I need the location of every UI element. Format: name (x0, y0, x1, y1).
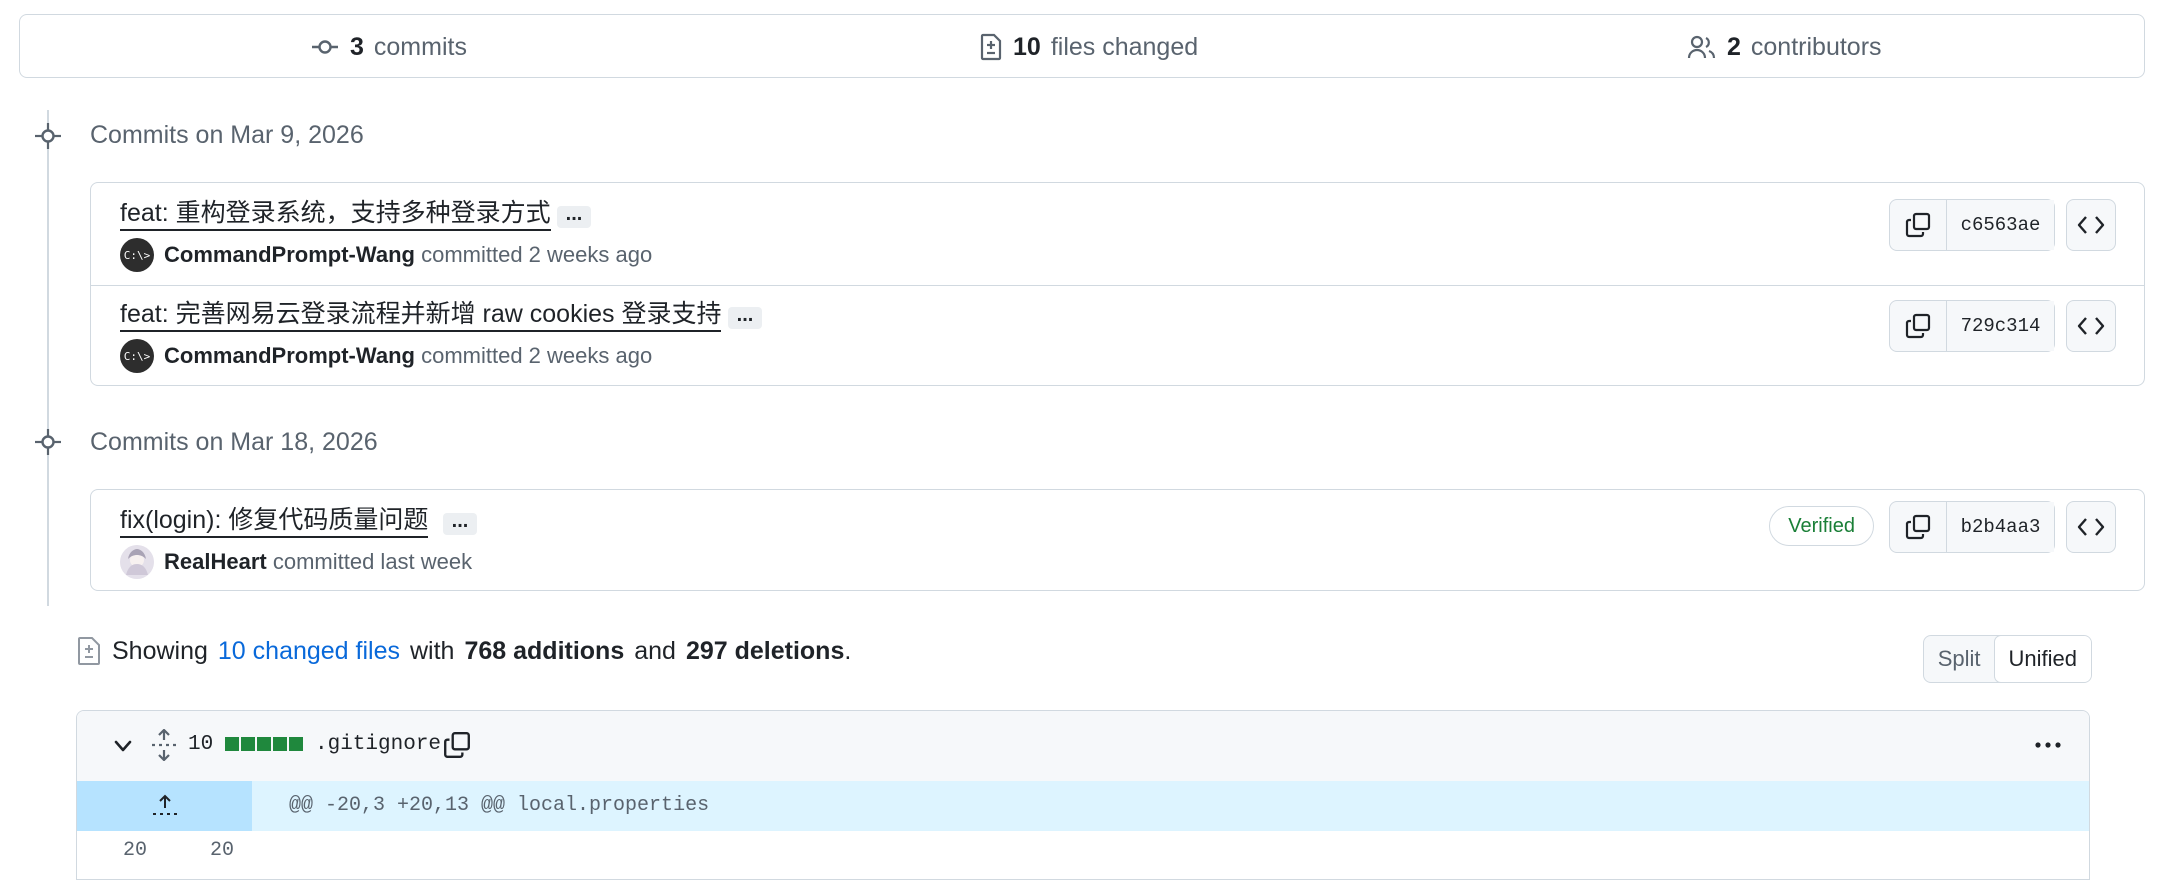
contributors-label: contributors (1750, 32, 1882, 61)
sha-button-group: c6563ae (1889, 199, 2055, 251)
commit-message-link[interactable]: feat: 完善网易云登录流程并新增 raw cookies 登录支持 (120, 299, 722, 332)
split-view-button[interactable]: Split (1924, 636, 1995, 682)
sha-button-group: 729c314 (1889, 300, 2055, 352)
file-diff-icon (979, 33, 1003, 61)
git-commit-icon (35, 429, 61, 455)
file-diff-icon (76, 636, 102, 666)
commits-label: commits (373, 32, 467, 61)
copy-icon (1904, 513, 1932, 541)
contributors-summary[interactable]: 2 contributors (1687, 15, 1882, 79)
expand-message-button[interactable]: ... (557, 204, 591, 228)
showing-suffix: . (844, 636, 852, 665)
changed-files-link[interactable]: 10 changed files (218, 637, 400, 666)
code-icon (2077, 214, 2105, 236)
expand-all-icon[interactable] (149, 729, 179, 761)
avatar-text: C:\> (123, 349, 151, 363)
diffstat-block (289, 737, 303, 751)
author-link[interactable]: RealHeart (164, 549, 267, 574)
git-commit-icon (35, 123, 61, 149)
code-icon (2077, 516, 2105, 538)
commit-row: fix(login): 修复代码质量问题 ... RealHeart commi… (91, 490, 2144, 590)
showing-prefix: Showing (112, 636, 208, 665)
commit-group-list: feat: 重构登录系统，支持多种登录方式 ... C:\> CommandPr… (90, 182, 2145, 386)
expand-message-button[interactable]: ... (728, 305, 762, 329)
commits-summary[interactable]: 3 commits (310, 15, 467, 79)
diff-summary: Showing 10 changed files with 768 additi… (76, 636, 851, 666)
commit-sha-link[interactable]: c6563ae (1947, 200, 2054, 250)
files-label: files changed (1050, 32, 1199, 61)
commit-time: committed 2 weeks ago (421, 343, 653, 368)
chevron-down-icon[interactable] (111, 734, 135, 758)
copy-sha-button[interactable] (1890, 301, 1947, 351)
file-change-count: 10 (188, 733, 214, 756)
copy-sha-button[interactable] (1890, 200, 1947, 250)
commit-row: feat: 重构登录系统，支持多种登录方式 ... C:\> CommandPr… (91, 183, 2144, 283)
avatar[interactable] (120, 545, 154, 579)
commit-group-date: Commits on Mar 18, 2026 (90, 428, 378, 456)
copy-sha-button[interactable] (1890, 502, 1947, 552)
showing-with: with (410, 636, 455, 665)
diffstat-block (257, 737, 271, 751)
deletions-count: 297 deletions (685, 636, 845, 665)
expand-up-icon (151, 794, 179, 818)
avatar-text: C:\> (123, 248, 151, 262)
verified-badge[interactable]: Verified (1769, 506, 1874, 546)
git-commit-icon (310, 38, 340, 56)
additions-count: 768 additions (464, 636, 625, 665)
diffstat-block (273, 737, 287, 751)
avatar[interactable]: C:\> (120, 238, 154, 272)
contributors-count: 2 (1727, 32, 1741, 61)
copy-icon (1904, 312, 1932, 340)
timeline-line (47, 110, 49, 606)
pr-summary-bar: 3 commits 10 files changed 2 contributor… (19, 14, 2145, 78)
diffstat-bar (225, 737, 303, 751)
commit-time: committed last week (272, 549, 473, 574)
new-line-number[interactable]: 20 (210, 839, 234, 862)
avatar[interactable]: C:\> (120, 339, 154, 373)
commit-time: committed 2 weeks ago (421, 242, 653, 267)
copy-icon (1904, 211, 1932, 239)
people-icon (1687, 34, 1717, 60)
diff-view-toggle: Split Unified (1922, 635, 2092, 683)
expand-message-button[interactable]: ... (443, 511, 477, 535)
sha-button-group: b2b4aa3 (1889, 501, 2055, 553)
hunk-header-text: @@ -20,3 +20,13 @@ local.properties (289, 794, 710, 817)
hunk-header-row: @@ -20,3 +20,13 @@ local.properties (77, 781, 2089, 831)
commit-author-line: CommandPrompt-Wang committed 2 weeks ago (164, 242, 652, 268)
commit-group-date: Commits on Mar 9, 2026 (90, 121, 364, 149)
diffstat-block (241, 737, 255, 751)
commit-sha-link[interactable]: b2b4aa3 (1947, 502, 2054, 552)
file-diff: 10 .gitignore @@ -20,3 +20,13 @@ local.p… (76, 710, 2090, 880)
commit-sha-link[interactable]: 729c314 (1947, 301, 2054, 351)
author-link[interactable]: CommandPrompt-Wang (164, 242, 415, 267)
code-icon (2077, 315, 2105, 337)
file-header: 10 .gitignore (77, 711, 2089, 782)
kebab-menu-icon[interactable] (2033, 735, 2063, 755)
old-line-number[interactable]: 20 (123, 839, 147, 862)
commit-author-line: RealHeart committed last week (164, 549, 472, 575)
copy-icon[interactable] (442, 730, 472, 760)
commit-group-list: fix(login): 修复代码质量问题 ... RealHeart commi… (90, 489, 2145, 591)
commit-author-line: CommandPrompt-Wang committed 2 weeks ago (164, 343, 652, 369)
files-count: 10 (1013, 32, 1041, 61)
commit-message-link[interactable]: fix(login): 修复代码质量问题 (120, 505, 429, 538)
browse-code-button[interactable] (2066, 300, 2116, 352)
browse-code-button[interactable] (2066, 199, 2116, 251)
diffstat-block (225, 737, 239, 751)
files-changed-summary[interactable]: 10 files changed (979, 15, 1198, 79)
browse-code-button[interactable] (2066, 501, 2116, 553)
commit-row: feat: 完善网易云登录流程并新增 raw cookies 登录支持 ... … (91, 285, 2144, 385)
file-name-link[interactable]: .gitignore (315, 733, 441, 756)
author-link[interactable]: CommandPrompt-Wang (164, 343, 415, 368)
commits-count: 3 (350, 32, 364, 61)
showing-and: and (634, 636, 676, 665)
unified-view-button[interactable]: Unified (1993, 636, 2091, 682)
commit-message-link[interactable]: feat: 重构登录系统，支持多种登录方式 (120, 198, 551, 231)
expand-up-button[interactable] (77, 781, 252, 831)
